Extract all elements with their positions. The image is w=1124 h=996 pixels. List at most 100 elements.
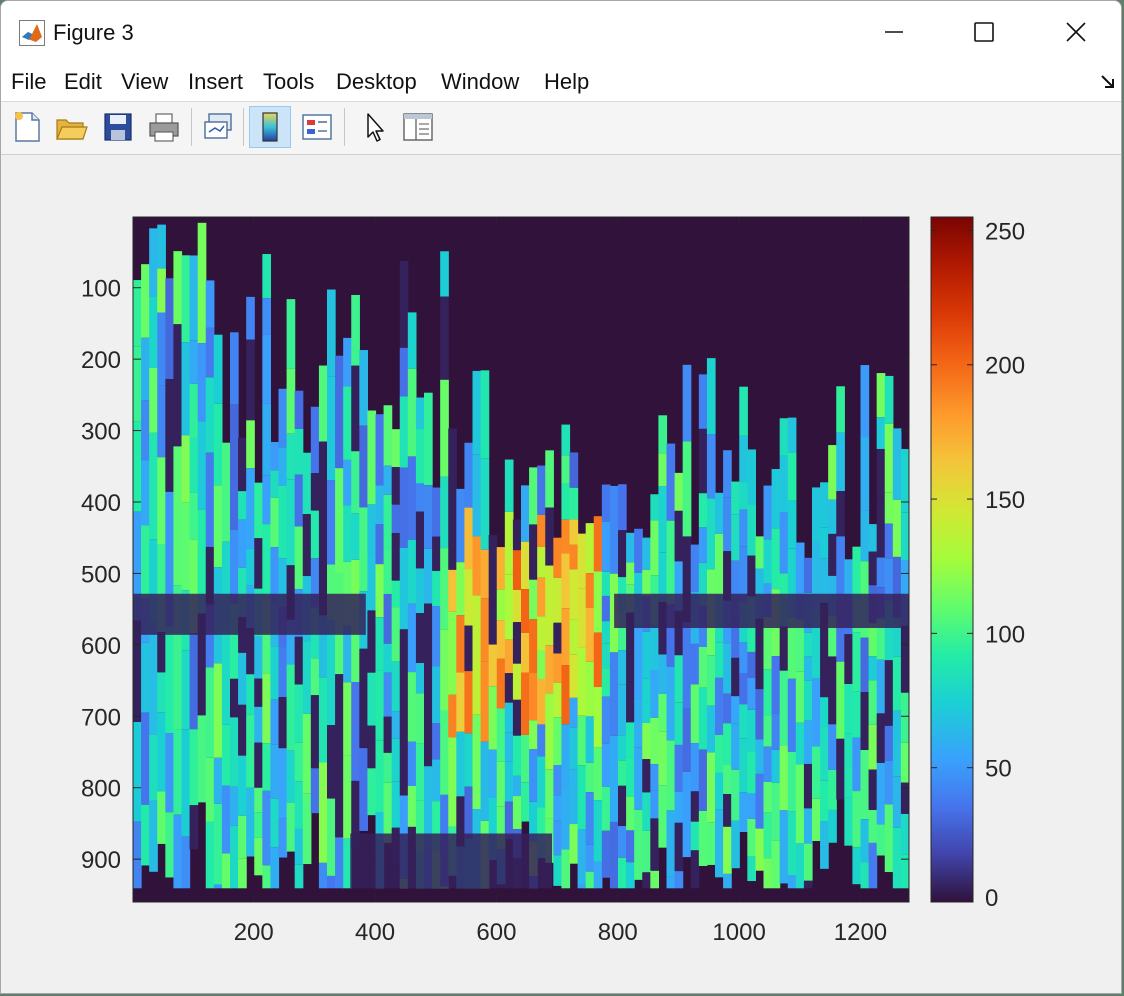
image-pixel-block <box>496 761 506 807</box>
image-pixel-block <box>504 761 514 802</box>
image-pixel-block <box>529 467 538 525</box>
colorbar-tick-label: 250 <box>985 218 1025 245</box>
image-pixel-block <box>407 672 417 742</box>
image-pixel-block <box>537 724 546 757</box>
image-pixel-block <box>642 759 651 793</box>
image-pixel-block <box>666 876 676 889</box>
insert-colorbar-button[interactable] <box>249 106 291 148</box>
image-pixel-block <box>569 824 579 864</box>
menu-desktop[interactable]: Desktop <box>336 69 417 95</box>
menu-help[interactable]: Help <box>544 69 589 95</box>
image-pixel-block <box>868 810 878 843</box>
image-pixel-block <box>537 465 546 515</box>
image-pixel-block <box>383 643 393 673</box>
figure-canvas[interactable]: 200 400 600 800 1000 1200 100 200 300 400 500 600 7… <box>1 155 1122 994</box>
image-pixel-block <box>812 798 821 841</box>
image-pixel-block <box>739 792 748 832</box>
image-pixel-block <box>803 680 813 721</box>
image-pixel-block <box>407 456 417 540</box>
image-pixel-block <box>690 791 700 822</box>
image-pixel-block <box>674 510 684 562</box>
image-pixel-block <box>221 628 231 725</box>
image-pixel-block <box>254 678 263 707</box>
image-pixel-block <box>213 663 223 758</box>
menu-insert[interactable]: Insert <box>188 69 243 95</box>
dock-arrow-icon[interactable] <box>1099 73 1117 91</box>
image-pixel-block <box>626 562 635 585</box>
image-pixel-block <box>537 756 546 808</box>
image-pixel-block <box>690 850 700 889</box>
image-pixel-block <box>803 632 813 657</box>
image-pixel-block <box>512 589 522 623</box>
image-pixel-block <box>415 568 425 614</box>
image-pixel-block <box>682 364 692 442</box>
toolbar-separator <box>243 108 244 146</box>
image-pixel-block <box>585 792 595 845</box>
image-pixel-block <box>731 769 740 821</box>
image-pixel-block <box>512 796 522 830</box>
image-pixel-block <box>197 715 207 803</box>
print-button[interactable] <box>143 106 185 148</box>
image-pixel-block <box>238 704 247 756</box>
new-figure-button[interactable] <box>6 106 48 148</box>
image-pixel-block <box>771 656 781 714</box>
image-pixel-block <box>512 550 522 590</box>
image-pixel-block <box>585 661 595 717</box>
image-pixel-block <box>747 818 757 857</box>
image-pixel-block <box>860 749 870 820</box>
image-pixel-block <box>626 654 635 682</box>
image-pixel-block <box>860 692 870 750</box>
image-pixel-block <box>868 524 878 552</box>
image-pixel-block <box>189 255 199 341</box>
minimize-button[interactable] <box>861 9 927 55</box>
image-pixel-block <box>828 499 837 534</box>
image-pixel-block <box>706 752 716 823</box>
image-pixel-block <box>173 729 183 815</box>
open-file-button[interactable] <box>50 106 92 148</box>
image-pixel-block <box>504 574 514 640</box>
menu-tools[interactable]: Tools <box>263 69 314 95</box>
image-pixel-block <box>238 815 247 859</box>
image-pixel-block <box>601 830 611 878</box>
image-pixel-block <box>472 714 482 810</box>
image-pixel-block <box>464 507 474 570</box>
menu-edit[interactable]: Edit <box>64 69 102 95</box>
menu-window[interactable]: Window <box>441 69 519 95</box>
image-pixel-block <box>270 798 280 848</box>
image-pixel-block <box>634 626 643 699</box>
image-pixel-block <box>496 708 506 762</box>
maximize-button[interactable] <box>951 9 1017 55</box>
image-pixel-block <box>787 452 797 501</box>
edit-plot-button[interactable] <box>353 106 395 148</box>
colorbar[interactable] <box>930 216 974 903</box>
save-button[interactable] <box>97 106 139 148</box>
image-pixel-block <box>577 715 587 766</box>
close-button[interactable] <box>1043 9 1109 55</box>
image-pixel-block <box>577 647 587 716</box>
y-tick-label: 800 <box>81 776 121 803</box>
image-pixel-block <box>593 747 603 801</box>
image-pixel-block <box>537 678 546 725</box>
image-pixel-block <box>658 486 668 553</box>
image-pixel-block <box>456 615 466 673</box>
image-pixel-block <box>472 454 482 537</box>
title-bar[interactable]: Figure 3 <box>1 1 1121 61</box>
image-pixel-block <box>270 744 280 799</box>
image-pixel-block <box>787 875 797 889</box>
image-pixel-block <box>569 654 579 698</box>
insert-legend-button[interactable] <box>296 106 338 148</box>
menu-view[interactable]: View <box>121 69 168 95</box>
property-inspector-button[interactable] <box>397 106 439 148</box>
image-pixel-block <box>359 507 369 592</box>
plot-svg[interactable]: 200 400 600 800 1000 1200 1002003004005006007… <box>1 155 1122 994</box>
link-plot-button[interactable] <box>197 106 239 148</box>
image-pixel-block <box>650 520 660 576</box>
image-pixel-block <box>577 829 587 885</box>
image-pixel-block <box>391 533 401 581</box>
menu-file[interactable]: File <box>11 69 46 95</box>
image-pixel-block <box>618 760 627 786</box>
image-pixel-block <box>383 593 393 644</box>
image-pixel-block <box>618 735 627 761</box>
image-pixel-block <box>852 791 862 848</box>
image-pixel-block <box>294 864 304 889</box>
